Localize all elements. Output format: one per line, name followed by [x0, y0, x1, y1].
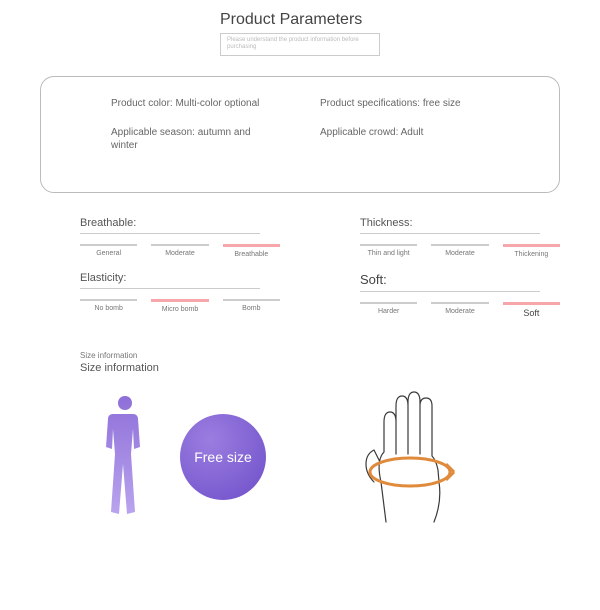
scale-opt: Thickening: [503, 251, 560, 259]
badge-label: Free size: [194, 449, 252, 465]
header: Product Parameters Please understand the…: [220, 10, 380, 56]
scale-opt: Thin and light: [360, 250, 417, 258]
scale-elasticity: Elasticity: No bomb Micro bomb Bomb: [40, 272, 280, 314]
scale-breathable: Breathable: General Moderate Breathable: [40, 217, 280, 259]
scales: Breathable: General Moderate Breathable …: [40, 217, 560, 334]
param-spec: Product specifications: free size: [320, 97, 480, 110]
param-color: Product color: Multi-color optional: [111, 97, 271, 110]
scale-opt: No bomb: [80, 305, 137, 313]
param-crowd: Applicable crowd: Adult: [320, 126, 480, 139]
scale-title: Breathable:: [80, 217, 280, 229]
scale-opt: Moderate: [151, 250, 208, 258]
scale-title: Elasticity:: [80, 272, 280, 284]
param-season: Applicable season: autumn and winter: [111, 126, 271, 152]
scale-thickness: Thickness: Thin and light Moderate Thick…: [320, 217, 560, 259]
size-section: Size information Size information Free s…: [40, 351, 560, 532]
scale-opt: Harder: [360, 308, 417, 316]
scale-title: Thickness:: [360, 217, 560, 229]
parameters-box: Product color: Multi-color optional Appl…: [40, 76, 560, 193]
scale-title: Soft:: [360, 272, 560, 287]
hand-measure-icon: [336, 382, 486, 532]
scale-soft: Soft: Harder Moderate Soft: [320, 272, 560, 319]
scale-opt: Bomb: [223, 305, 280, 313]
scale-opt: General: [80, 250, 137, 258]
scale-opt: Breathable: [223, 251, 280, 259]
person-silhouette-icon: [100, 392, 150, 522]
free-size-badge: Free size: [180, 414, 266, 500]
scale-opt: Micro bomb: [151, 306, 208, 314]
size-subheading: Size information: [80, 351, 560, 360]
scale-opt: Moderate: [431, 308, 488, 316]
page-title: Product Parameters: [220, 10, 380, 29]
header-note: Please understand the product informatio…: [220, 33, 380, 55]
size-heading: Size information: [80, 362, 560, 374]
scale-opt: Soft: [503, 309, 560, 319]
scale-opt: Moderate: [431, 250, 488, 258]
